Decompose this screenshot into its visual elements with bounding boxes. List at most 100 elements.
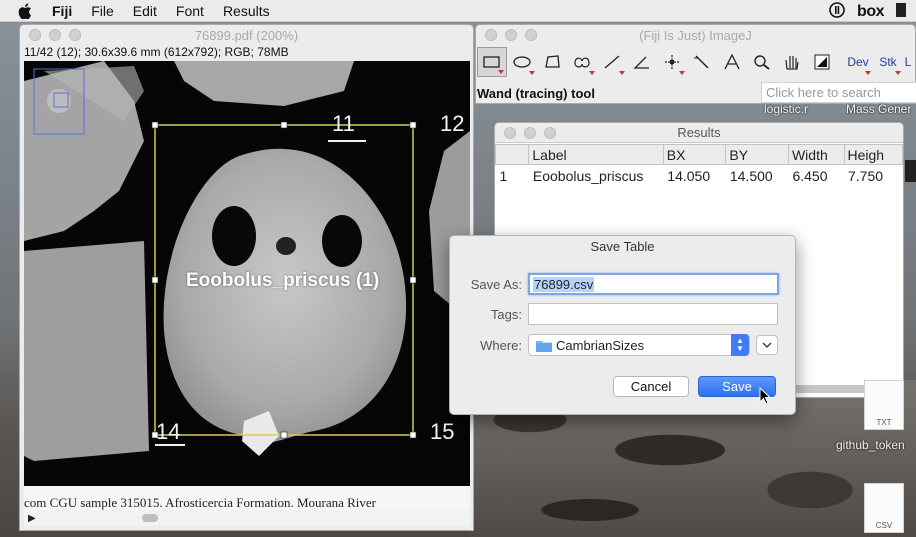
cancel-button[interactable]: Cancel	[613, 376, 689, 397]
table-row[interactable]: 1 Eoobolus_priscus 14.050 14.500 6.450 7…	[496, 165, 903, 187]
oval-icon	[513, 56, 531, 68]
image-info: 11/42 (12); 30.6x39.6 mm (612x792); RGB;…	[24, 45, 289, 59]
txt-file-icon[interactable]: TXT	[864, 380, 904, 430]
tags-field[interactable]	[528, 303, 778, 325]
angle-tool[interactable]	[627, 47, 657, 77]
text-tool[interactable]	[717, 47, 747, 77]
line-tool[interactable]	[597, 47, 627, 77]
polygon-tool[interactable]	[537, 47, 567, 77]
scrollbar-thumb[interactable]	[142, 514, 158, 522]
cell: 14.500	[729, 167, 773, 184]
zoom-button[interactable]	[69, 29, 81, 41]
close-button[interactable]	[504, 127, 516, 139]
image-canvas[interactable]: 11 12 14 15 Eoobolus_priscus (1) com CGU…	[24, 61, 470, 511]
results-titlebar[interactable]: Results	[495, 123, 903, 143]
col-label[interactable]: Label	[528, 144, 664, 165]
magnifier-tool[interactable]	[747, 47, 777, 77]
hand-icon	[785, 56, 799, 70]
close-button[interactable]	[485, 29, 497, 41]
minimize-button[interactable]	[505, 29, 517, 41]
folder-icon	[536, 339, 552, 352]
where-popup[interactable]: CambrianSizes ▲ ▼	[528, 334, 750, 356]
save-as-field[interactable]: 76899.csv	[528, 273, 779, 295]
zoom-button[interactable]	[544, 127, 556, 139]
point-icon	[665, 55, 679, 69]
specimen-number-11: 11	[332, 111, 355, 136]
specimen-number-15: 15	[430, 419, 455, 444]
tags-label: Tags:	[490, 306, 522, 322]
extra-label: L	[904, 55, 912, 69]
side-widget	[905, 160, 916, 182]
desktop-file-logistic[interactable]: logistic.r	[764, 102, 808, 116]
apple-icon[interactable]	[18, 2, 36, 20]
dialog-title: Save Table	[590, 239, 655, 254]
image-horizontal-scrollbar[interactable]: ▶	[24, 510, 470, 526]
results-table[interactable]: Label BX BY Width Heigh 1 Eoobolus_prisc…	[495, 144, 903, 187]
freehand-tool[interactable]	[567, 47, 597, 77]
hand-tool[interactable]	[777, 47, 807, 77]
imagej-title: (Fiji Is Just) ImageJ	[639, 27, 752, 43]
csv-label: CSV	[875, 521, 893, 530]
specimen-number-12: 12	[440, 111, 465, 136]
save-as-row: Save As: 76899.csv	[450, 273, 779, 295]
desktop-file-mass[interactable]: Mass Gener	[846, 102, 916, 116]
menubar: Fiji File Edit Font Results box	[0, 0, 916, 22]
tags-row: Tags:	[450, 303, 778, 325]
expand-dialog-button[interactable]	[756, 335, 778, 355]
cell: Eoobolus_priscus	[532, 167, 644, 184]
col-bx[interactable]: BX	[662, 144, 727, 165]
col-index[interactable]	[495, 144, 530, 165]
stk-label: Stk	[879, 55, 897, 69]
menu-results[interactable]: Results	[223, 3, 270, 19]
line-icon	[604, 55, 620, 69]
image-window-titlebar[interactable]: 76899.pdf (200%)	[20, 25, 473, 45]
popup-stepper-icon[interactable]: ▲ ▼	[731, 334, 749, 356]
window-controls	[485, 29, 537, 41]
minimize-button[interactable]	[49, 29, 61, 41]
chevron-down-icon	[762, 342, 772, 348]
menu-fiji[interactable]: Fiji	[52, 3, 72, 19]
save-as-label: Save As:	[470, 276, 522, 292]
menu-extra-icon[interactable]	[896, 3, 906, 20]
search-input[interactable]: Click here to search	[761, 82, 916, 103]
save-as-value: 76899.csv	[533, 277, 595, 292]
rectangle-tool[interactable]	[477, 47, 507, 77]
dev-tool[interactable]: Dev	[843, 47, 873, 77]
image-window-title: 76899.pdf (200%)	[194, 27, 299, 43]
col-width[interactable]: Width	[787, 144, 845, 165]
freehand-icon	[574, 57, 590, 68]
wand-tool[interactable]	[687, 47, 717, 77]
menu-edit[interactable]: Edit	[133, 3, 157, 19]
oval-tool[interactable]	[507, 47, 537, 77]
table-header: Label BX BY Width Heigh	[495, 144, 903, 165]
zoom-button[interactable]	[525, 29, 537, 41]
status-circle-icon[interactable]	[829, 2, 845, 21]
menu-file[interactable]: File	[91, 3, 114, 19]
polygon-icon	[545, 55, 560, 68]
where-value: CambrianSizes	[556, 337, 645, 353]
tool-bar: Dev Stk L	[477, 47, 913, 77]
magnifier-icon	[754, 55, 770, 70]
wand-icon	[694, 55, 709, 69]
scroll-play-icon[interactable]: ▶	[28, 513, 36, 524]
csv-file-icon[interactable]: CSV	[864, 483, 904, 533]
where-label: Where:	[480, 337, 522, 353]
extra-tool[interactable]: L	[903, 47, 913, 77]
box-logo[interactable]: box	[857, 3, 884, 21]
cell: 7.750	[848, 167, 884, 184]
caption-fragment: com CGU sample 315015. Afrosticercia For…	[24, 495, 377, 510]
col-height[interactable]: Heigh	[843, 144, 903, 165]
imagej-titlebar[interactable]: (Fiji Is Just) ImageJ	[476, 25, 915, 45]
minimize-button[interactable]	[524, 127, 536, 139]
col-by[interactable]: BY	[725, 144, 789, 165]
color-picker-tool[interactable]	[807, 47, 837, 77]
desktop-file-github[interactable]: github_token	[836, 438, 905, 452]
image-window: 76899.pdf (200%) 11/42 (12); 30.6x39.6 m…	[19, 24, 474, 531]
point-tool[interactable]	[657, 47, 687, 77]
txt-label: TXT	[876, 418, 892, 427]
menu-font[interactable]: Font	[176, 3, 204, 19]
stk-tool[interactable]: Stk	[873, 47, 903, 77]
tool-status: Wand (tracing) tool	[477, 86, 595, 101]
imagej-toolbar-window: (Fiji Is Just) ImageJ Dev Stk L Wand (tr…	[475, 24, 916, 104]
close-button[interactable]	[29, 29, 41, 41]
